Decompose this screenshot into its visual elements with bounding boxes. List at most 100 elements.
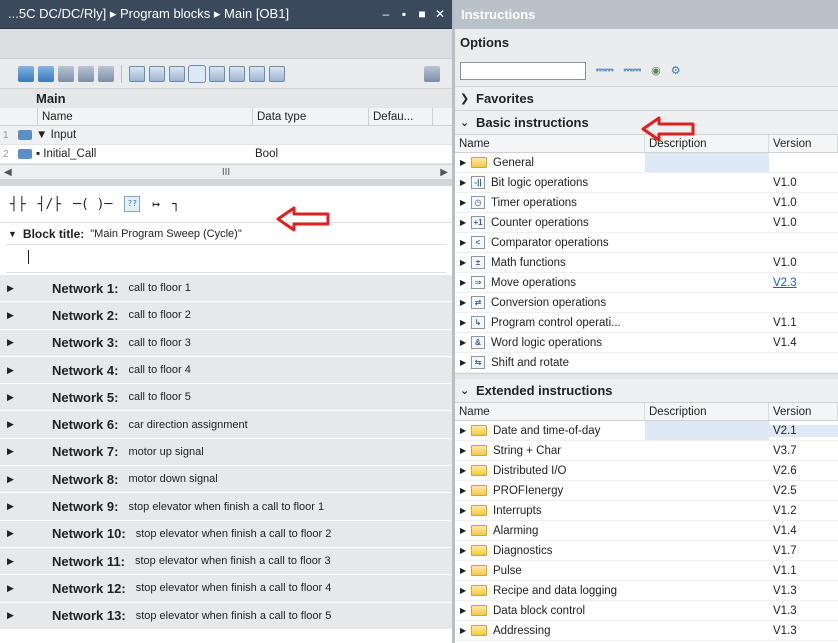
network-row[interactable]: ▶ Network 6: car direction assignment (0, 411, 452, 439)
expand-icon[interactable]: ▶ (0, 365, 18, 376)
network-row[interactable]: ▶ Network 4: call to floor 4 (0, 356, 452, 385)
instruction-row[interactable]: ▶ String + Char V3.7 (455, 441, 838, 461)
network-row[interactable]: ▶ Network 11: stop elevator when finish a … (0, 547, 452, 576)
col-name[interactable]: Name (455, 135, 645, 152)
col-description[interactable]: Description (645, 403, 769, 420)
open-all-icon[interactable] (58, 65, 74, 82)
expand-icon[interactable]: ▶ (0, 610, 18, 621)
instruction-row[interactable]: ▶ < Comparator operations (455, 233, 838, 253)
expand-icon[interactable]: ▶ (0, 310, 18, 321)
scroll-thumb[interactable]: III (222, 167, 230, 178)
expand-icon[interactable]: ▶ (460, 218, 471, 227)
instruction-row[interactable]: ▶ ⇆ Shift and rotate (455, 353, 838, 373)
instruction-row[interactable]: ▶ Date and time-of-day V2.1 (455, 421, 838, 441)
instruction-row[interactable]: ▶ ± Math functions V1.0 (455, 253, 838, 273)
network-row[interactable]: ▶ Network 3: call to floor 3 (0, 329, 452, 357)
expand-icon[interactable]: ▶ (0, 392, 18, 403)
collapse-icon[interactable]: ▼ (8, 229, 17, 239)
expand-icon[interactable]: ▶ (460, 486, 471, 495)
instruction-row[interactable]: ▶ ↳ Program control operati... V1.1 (455, 313, 838, 333)
expand-icon[interactable]: ▶ (460, 546, 471, 555)
expand-icon[interactable]: ▶ (460, 278, 471, 287)
search-down-icon[interactable]: ⎓⎓ (596, 64, 614, 77)
empty-box-icon[interactable]: ?? (124, 196, 141, 212)
expand-icon[interactable]: ▶ (0, 419, 18, 430)
change-view-icon[interactable]: ◉ (651, 64, 661, 77)
col-version[interactable]: Version (769, 403, 838, 420)
absolute-address-icon[interactable] (98, 65, 114, 82)
interface-row[interactable]: 1 ▼ Input (0, 126, 452, 145)
comments-toggle-icon[interactable] (188, 64, 206, 83)
insert-network-icon[interactable] (18, 65, 34, 82)
instruction-row[interactable]: ▶ Pulse V1.1 (455, 561, 838, 581)
favorites-section[interactable]: ❯ Favorites (455, 87, 838, 111)
instruction-search-input[interactable] (460, 61, 586, 80)
favorites-bar-icon[interactable] (209, 65, 225, 82)
expand-icon[interactable]: ▶ (0, 556, 18, 567)
instruction-row[interactable]: ▶ ⇒ Move operations V2.3 (455, 273, 838, 293)
monitor-icon[interactable] (249, 65, 265, 82)
network-row[interactable]: ▶ Network 1: call to floor 1 (0, 275, 452, 303)
open-branch-icon[interactable]: ↦ (152, 197, 160, 212)
expand-icon[interactable]: ▶ (460, 178, 471, 187)
maximize-button[interactable]: ■ (416, 7, 428, 21)
expand-icon[interactable]: ▶ (460, 446, 471, 455)
instruction-row[interactable]: ▶ Distributed I/O V2.6 (455, 461, 838, 481)
expand-icon[interactable]: ▶ (460, 258, 471, 267)
overview-icon[interactable] (424, 65, 440, 82)
expand-icon[interactable]: ▶ (460, 358, 471, 367)
options-icon[interactable]: ⚙ (671, 64, 681, 77)
instruction-row[interactable]: ▶ Recipe and data logging V1.3 (455, 581, 838, 601)
instruction-row[interactable]: ▶ General (455, 153, 838, 173)
instruction-row[interactable]: ▶ -|| Bit logic operations V1.0 (455, 173, 838, 193)
expand-icon[interactable]: ▶ (460, 626, 471, 635)
expand-icon[interactable]: ▶ (460, 158, 471, 167)
col-version[interactable]: Version (769, 135, 838, 152)
col-datatype[interactable]: Data type (253, 108, 369, 125)
instruction-row[interactable]: ▶ Data block control V1.3 (455, 601, 838, 621)
close-all-icon[interactable] (78, 65, 94, 82)
expand-icon[interactable]: ▶ (460, 506, 471, 515)
instruction-row[interactable]: ▶ PROFIenergy V2.5 (455, 481, 838, 501)
delete-network-icon[interactable] (38, 65, 54, 82)
network-row[interactable]: ▶ Network 8: motor down signal (0, 466, 452, 494)
instruction-row[interactable]: ▶ Addressing V1.3 (455, 621, 838, 641)
expand-icon[interactable]: ▶ (460, 238, 471, 247)
interface-hscrollbar[interactable]: ◀ III ▶ (0, 164, 452, 180)
expand-icon[interactable]: ▶ (0, 583, 18, 594)
instruction-row[interactable]: ▶ & Word logic operations V1.4 (455, 333, 838, 353)
instruction-row[interactable]: ▶ ⇄ Conversion operations (455, 293, 838, 313)
expand-icon[interactable]: ▶ (460, 318, 471, 327)
expand-icon[interactable]: ▶ (0, 283, 18, 294)
instruction-row[interactable]: ▶ Diagnostics V1.7 (455, 541, 838, 561)
nc-contact-icon[interactable]: ┤/├ (38, 197, 61, 212)
list-view-icon[interactable] (129, 65, 145, 82)
extended-instructions-section[interactable]: ⌄ Extended instructions (455, 379, 838, 403)
expand-icon[interactable]: ▶ (460, 606, 471, 615)
network-row[interactable]: ▶ Network 10: stop elevator when finish a … (0, 520, 452, 548)
no-contact-icon[interactable]: ┤├ (10, 197, 26, 212)
expand-icon[interactable]: ▶ (460, 526, 471, 535)
network-row[interactable]: ▶ Network 5: call to floor 5 (0, 384, 452, 412)
scroll-left-icon[interactable]: ◀ (4, 167, 12, 178)
network-row[interactable]: ▶ Network 7: motor up signal (0, 438, 452, 467)
instruction-row[interactable]: ▶ Interrupts V1.2 (455, 501, 838, 521)
col-name[interactable]: Name (38, 108, 253, 125)
expand-icon[interactable]: ▶ (460, 466, 471, 475)
close-branch-icon[interactable]: ┐ (172, 197, 180, 212)
instruction-row[interactable]: ▶ ◷ Timer operations V1.0 (455, 193, 838, 213)
layout-icon[interactable] (269, 65, 285, 82)
table-view-icon[interactable] (169, 65, 185, 82)
col-default[interactable]: Defau... (369, 108, 433, 125)
expand-icon[interactable]: ▶ (460, 198, 471, 207)
search-up-icon[interactable]: ⎓⎓ (624, 64, 642, 77)
network-row[interactable]: ▶ Network 12: stop elevator when finish a … (0, 575, 452, 603)
col-name[interactable]: Name (455, 403, 645, 420)
expand-icon[interactable]: ▶ (460, 426, 471, 435)
expand-icon[interactable]: ▶ (460, 338, 471, 347)
expand-icon[interactable]: ▶ (0, 337, 18, 348)
block-title-row[interactable]: ▼ Block title: "Main Program Sweep (Cycl… (0, 222, 452, 244)
expand-icon[interactable]: ▶ (0, 501, 18, 512)
coil-icon[interactable]: ─( )─ (73, 197, 112, 212)
instruction-version[interactable]: V2.3 (769, 277, 838, 289)
